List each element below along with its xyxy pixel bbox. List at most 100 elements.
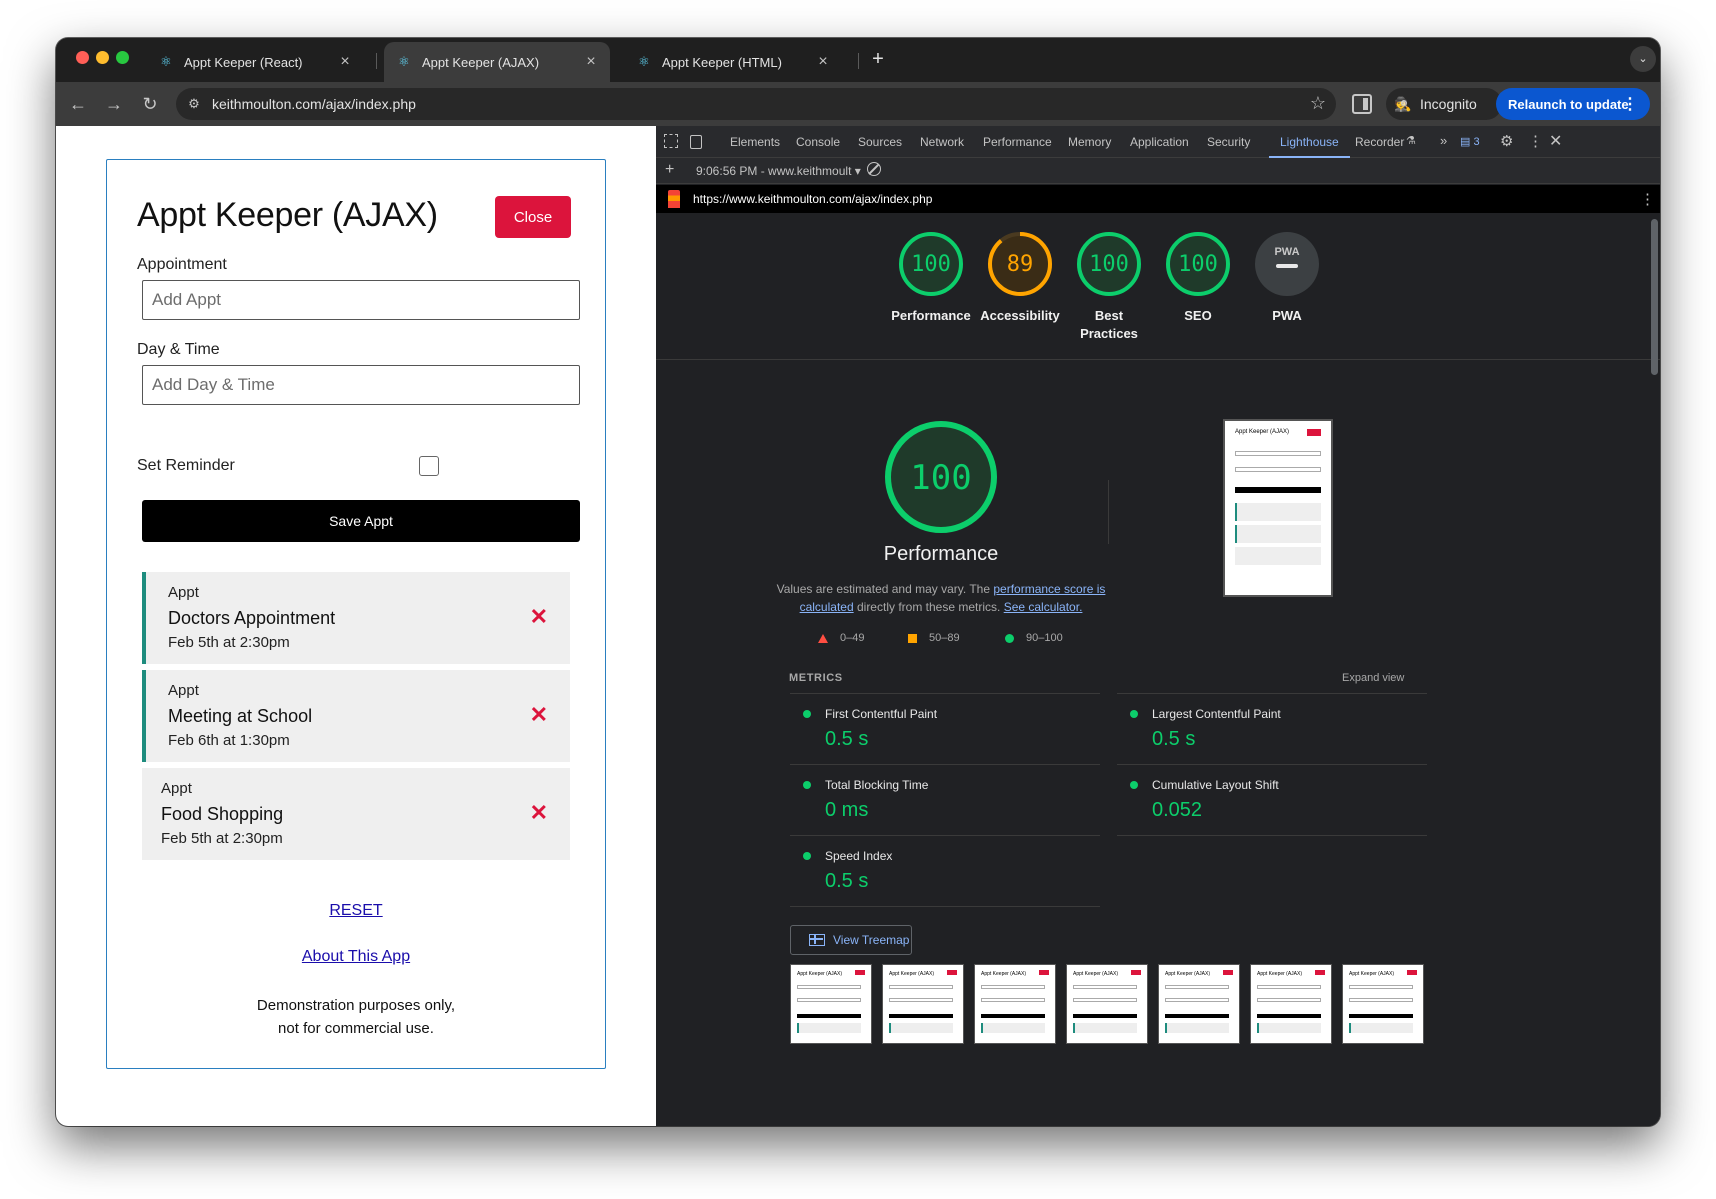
gauge-label: Performance (891, 308, 971, 323)
gauge-label: Accessibility (980, 308, 1060, 323)
gauge-value: 100 (1089, 252, 1129, 277)
metric-value: 0.5 s (825, 728, 869, 750)
filmstrip-frame[interactable]: Appt Keeper (AJAX) (790, 964, 872, 1044)
filmstrip-frame[interactable]: Appt Keeper (AJAX) (1158, 964, 1240, 1044)
delete-icon[interactable]: ✕ (530, 800, 548, 826)
gauge-value: 100 (911, 252, 951, 277)
footer-line: not for commercial use. (278, 1020, 434, 1037)
tab-title: Appt Keeper (React) (184, 54, 303, 70)
gauge-label: PWA (1272, 308, 1302, 323)
tab-search-button[interactable]: ⌄ (1630, 46, 1656, 72)
incognito-label: Incognito (1420, 96, 1477, 112)
metric-value: 0.052 (1152, 799, 1203, 821)
legend-label: 50–89 (929, 632, 960, 644)
vertical-divider (1108, 480, 1109, 544)
devtools-tab-recorder[interactable]: Recorder (1355, 126, 1404, 158)
delete-icon[interactable]: ✕ (530, 702, 548, 728)
browser-tab-react[interactable]: ⚛ Appt Keeper (React) × (146, 42, 364, 82)
devtools-tab-sources[interactable]: Sources (858, 126, 902, 158)
see-calculator-link[interactable]: See calculator. (1004, 600, 1083, 614)
back-arrow-icon[interactable]: ← (66, 92, 90, 116)
appt-item: Appt Doctors Appointment Feb 5th at 2:30… (142, 572, 570, 664)
react-icon: ⚛ (398, 54, 410, 69)
relaunch-label: Relaunch to update (1508, 96, 1629, 112)
reset-link[interactable]: RESET (107, 902, 605, 920)
final-screenshot[interactable]: Appt Keeper (AJAX) (1223, 419, 1333, 597)
appt-item: Appt Food Shopping Feb 5th at 2:30pm ✕ (142, 768, 570, 860)
forward-arrow-icon[interactable]: → (102, 92, 126, 116)
report-menu-icon[interactable]: ⋮ (1640, 190, 1655, 208)
daytime-input[interactable] (142, 365, 580, 405)
more-tabs-icon[interactable]: » (1440, 133, 1447, 148)
devtools-tab-performance[interactable]: Performance (983, 126, 1052, 158)
view-treemap-button[interactable]: View Treemap (790, 925, 912, 955)
filmstrip-frame[interactable]: Appt Keeper (AJAX) (882, 964, 964, 1044)
metric-value: 0.5 s (1152, 728, 1196, 750)
side-panel-icon[interactable] (1352, 94, 1372, 114)
performance-big-gauge: 100 (883, 419, 999, 535)
maximize-window-icon[interactable] (116, 51, 129, 64)
relaunch-button[interactable]: Relaunch to update ⋮ (1496, 88, 1650, 120)
lighthouse-logo-icon (668, 190, 680, 208)
appt-title: Meeting at School (168, 706, 313, 726)
minimize-window-icon[interactable] (96, 51, 109, 64)
save-appt-button[interactable]: Save Appt (142, 500, 580, 542)
reminder-checkbox[interactable] (419, 456, 439, 476)
appt-when: Feb 6th at 1:30pm (168, 732, 290, 749)
browser-tab-html[interactable]: ⚛ Appt Keeper (HTML) × (624, 42, 842, 82)
frame-title: Appt Keeper (AJAX) (1257, 971, 1303, 977)
treemap-label: View Treemap (833, 933, 910, 947)
devtools-tab-memory[interactable]: Memory (1068, 126, 1111, 158)
appointment-input[interactable] (142, 280, 580, 320)
score-gauge-accessibility: 89 Accessibility (975, 231, 1065, 325)
flask-icon: ⚗ (1406, 135, 1416, 147)
tab-separator (376, 53, 377, 69)
issues-badge[interactable]: ▤ 3 (1460, 135, 1480, 148)
filmstrip-frame[interactable]: Appt Keeper (AJAX) (1250, 964, 1332, 1044)
about-link[interactable]: About This App (107, 948, 605, 966)
appt-kind: Appt (168, 682, 199, 699)
close-button[interactable]: Close (495, 196, 571, 238)
clear-icon[interactable] (867, 162, 881, 176)
devtools-tab-security[interactable]: Security (1207, 126, 1250, 158)
filmstrip-frame[interactable]: Appt Keeper (AJAX) (1342, 964, 1424, 1044)
fail-triangle-icon (818, 633, 828, 643)
metric-fcp: First Contentful Paint 0.5 s (790, 693, 1100, 765)
close-devtools-icon[interactable]: ✕ (1549, 131, 1562, 151)
appt-title: Doctors Appointment (168, 608, 336, 628)
filmstrip-frame[interactable]: Appt Keeper (AJAX) (974, 964, 1056, 1044)
filmstrip-frame[interactable]: Appt Keeper (AJAX) (1066, 964, 1148, 1044)
frame-title: Appt Keeper (AJAX) (797, 971, 843, 977)
incognito-icon: 🕵 (1394, 95, 1412, 112)
appt-when: Feb 5th at 2:30pm (161, 830, 283, 847)
close-tab-icon[interactable]: × (582, 53, 600, 71)
inspect-element-icon[interactable] (664, 134, 678, 148)
devtools-menu-icon[interactable]: ⋮ (1528, 132, 1543, 150)
site-info-icon[interactable]: ⚙ (176, 96, 212, 112)
metric-lcp: Largest Contentful Paint 0.5 s (1117, 693, 1427, 765)
metric-speed-index: Speed Index 0.5 s (790, 835, 1100, 907)
address-bar[interactable]: ⚙ keithmoulton.com/ajax/index.php ☆ (176, 88, 1336, 120)
device-toolbar-icon[interactable] (690, 135, 702, 149)
devtools-tab-lighthouse[interactable]: Lighthouse (1269, 126, 1350, 158)
report-selector[interactable]: 9:06:56 PM - www.keithmoult ▾ (696, 164, 861, 178)
bookmark-star-icon[interactable]: ☆ (1310, 93, 1326, 114)
incognito-indicator[interactable]: 🕵 Incognito (1386, 88, 1502, 120)
new-report-icon[interactable]: + (665, 161, 674, 179)
expand-view-toggle[interactable]: Expand view (1342, 672, 1404, 684)
new-tab-button[interactable]: + (866, 48, 890, 72)
report-scrollbar[interactable] (1651, 219, 1658, 375)
close-window-icon[interactable] (76, 51, 89, 64)
close-tab-icon[interactable]: × (336, 53, 354, 71)
devtools-tab-network[interactable]: Network (920, 126, 964, 158)
devtools-tab-application[interactable]: Application (1130, 126, 1189, 158)
delete-icon[interactable]: ✕ (530, 604, 548, 630)
close-tab-icon[interactable]: × (814, 53, 832, 71)
screenshot-close (1307, 429, 1321, 436)
metric-name: First Contentful Paint (825, 707, 938, 721)
devtools-tab-console[interactable]: Console (796, 126, 840, 158)
devtools-tab-elements[interactable]: Elements (730, 126, 780, 158)
reload-icon[interactable]: ↻ (138, 92, 162, 116)
settings-gear-icon[interactable]: ⚙ (1500, 132, 1513, 150)
browser-tab-ajax[interactable]: ⚛ Appt Keeper (AJAX) × (384, 42, 610, 82)
